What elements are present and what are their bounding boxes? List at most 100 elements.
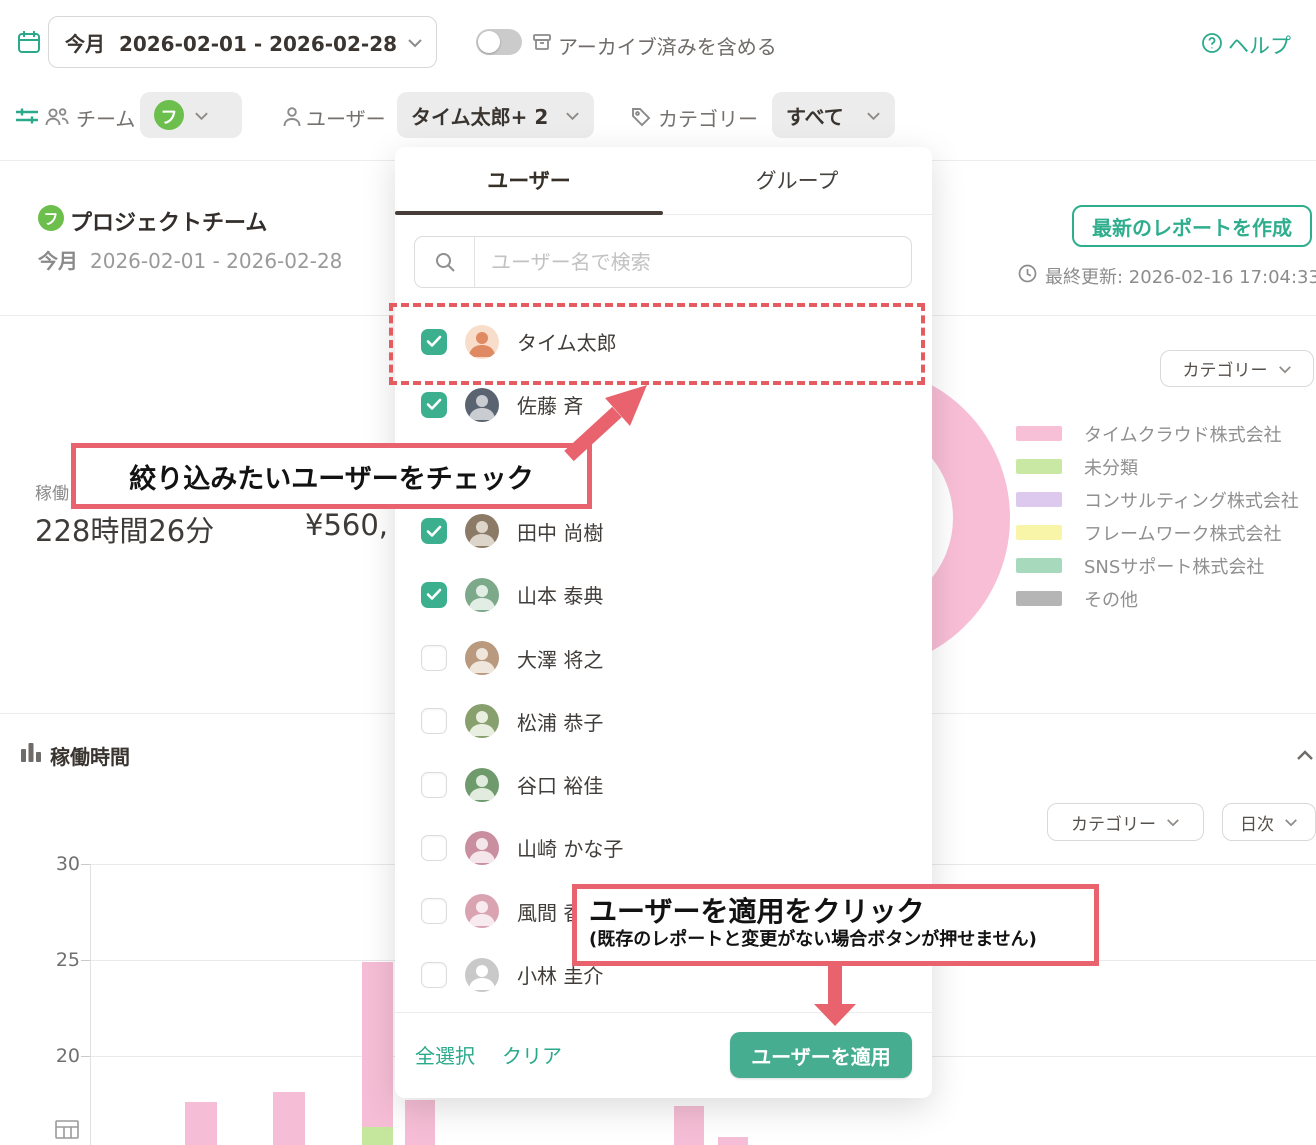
y-tick: 30	[38, 853, 80, 875]
donut-category-dropdown[interactable]: カテゴリー	[1160, 350, 1314, 387]
legend-swatch	[1016, 459, 1062, 474]
calendar-icon	[16, 29, 42, 59]
legend-item: タイムクラウド株式会社	[1016, 417, 1299, 450]
user-checkbox[interactable]	[421, 772, 447, 798]
legend-swatch	[1016, 525, 1062, 540]
user-filter-value: タイム太郎+ 2	[411, 101, 548, 130]
avatar	[465, 958, 499, 992]
user-icon	[282, 106, 302, 132]
clock-icon	[1018, 264, 1037, 288]
user-checkbox[interactable]	[421, 645, 447, 671]
category-filter-value: すべて	[786, 101, 844, 130]
legend-label: コンサルティング株式会社	[1084, 487, 1299, 513]
amount-value: ¥560,	[305, 508, 388, 542]
user-checkbox[interactable]	[421, 582, 447, 608]
chevron-down-icon	[1278, 359, 1292, 379]
user-row[interactable]: 山崎 かな子	[395, 816, 932, 879]
page-title: プロジェクトチーム	[70, 205, 267, 237]
user-checkbox[interactable]	[421, 898, 447, 924]
user-checkbox[interactable]	[421, 962, 447, 988]
user-row[interactable]: 山本 泰典	[395, 563, 932, 626]
archive-toggle-label: アーカイブ済みを含める	[558, 31, 777, 60]
team-icon	[44, 106, 70, 132]
avatar	[465, 768, 499, 802]
legend-item: 未分類	[1016, 450, 1299, 483]
annotation-arrow-down	[805, 966, 865, 1028]
tick-mark	[81, 960, 90, 961]
legend-swatch	[1016, 591, 1062, 606]
legend-item: フレームワーク株式会社	[1016, 516, 1299, 549]
category-filter-chip[interactable]: すべて	[772, 92, 895, 138]
apply-users-button[interactable]: ユーザーを適用	[730, 1032, 912, 1078]
team-filter-label: チーム	[76, 103, 135, 132]
user-name: 谷口 裕佳	[517, 770, 603, 799]
hours-section-title: 稼働時間	[50, 741, 130, 770]
user-name: 大澤 将之	[517, 644, 603, 673]
user-checkbox[interactable]	[421, 392, 447, 418]
y-tick: 25	[38, 949, 80, 971]
date-range-picker[interactable]: 今月 2026-02-01 - 2026-02-28	[48, 16, 437, 68]
avatar	[465, 641, 499, 675]
last-updated: 最終更新: 2026-02-16 17:04:33	[1018, 263, 1316, 289]
y-axis-line	[90, 864, 91, 1145]
legend-label: タイムクラウド株式会社	[1084, 421, 1282, 447]
avatar	[465, 704, 499, 738]
archive-toggle[interactable]	[476, 29, 522, 55]
tick-mark	[81, 1056, 90, 1057]
create-report-button[interactable]: 最新のレポートを作成	[1072, 205, 1312, 247]
user-checkbox[interactable]	[421, 708, 447, 734]
chevron-down-icon	[866, 106, 881, 125]
chart-category-dropdown[interactable]: カテゴリー	[1047, 803, 1204, 841]
user-row[interactable]: 田中 尚樹	[395, 500, 932, 563]
user-row[interactable]: 大澤 将之	[395, 627, 932, 690]
user-row[interactable]: 谷口 裕佳	[395, 753, 932, 816]
avatar	[465, 578, 499, 612]
user-row[interactable]: 松浦 恭子	[395, 690, 932, 753]
user-filter-chip[interactable]: タイム太郎+ 2	[397, 92, 594, 138]
category-filter-label: カテゴリー	[658, 103, 758, 132]
report-page: 今月 2026-02-01 - 2026-02-28 アーカイブ済みを含める ヘ…	[0, 0, 1316, 1145]
help-link[interactable]: ヘルプ	[1228, 30, 1291, 60]
avatar	[465, 388, 499, 422]
user-filter-label: ユーザー	[306, 103, 386, 132]
bar-segment	[273, 1092, 305, 1145]
bar-segment	[718, 1137, 748, 1145]
chevron-down-icon	[565, 106, 580, 125]
user-search-input[interactable]	[475, 250, 911, 274]
user-search-box	[414, 236, 912, 288]
bar-chart-icon	[20, 742, 42, 766]
legend-label: SNSサポート株式会社	[1084, 553, 1264, 579]
apply-users-callout: ユーザーを適用をクリック (既存のレポートと変更がない場合ボタンが押せません)	[572, 884, 1099, 966]
avatar	[465, 514, 499, 548]
date-range-label: 今月 2026-02-01 - 2026-02-28	[65, 28, 397, 57]
report-team-logo: フ	[38, 205, 64, 231]
bar-segment	[185, 1102, 217, 1145]
summary-metric-label: 稼働	[35, 479, 69, 504]
clear-link[interactable]: クリア	[502, 1040, 562, 1069]
tag-icon	[630, 106, 652, 132]
active-tab-underline	[395, 211, 663, 215]
user-checkbox[interactable]	[421, 835, 447, 861]
report-period: 今月2026-02-01 - 2026-02-28	[38, 245, 342, 274]
legend-item: SNSサポート株式会社	[1016, 549, 1299, 582]
tab-users[interactable]: ユーザー	[395, 147, 663, 213]
select-all-link[interactable]: 全選択	[415, 1040, 475, 1069]
chevron-down-icon	[194, 106, 209, 125]
team-logo: フ	[154, 100, 184, 130]
bar-segment	[362, 962, 393, 1127]
chevron-up-icon[interactable]	[1296, 746, 1314, 765]
legend-item: コンサルティング株式会社	[1016, 483, 1299, 516]
user-checkbox[interactable]	[421, 518, 447, 544]
legend-swatch	[1016, 492, 1062, 507]
user-name: 田中 尚樹	[517, 517, 603, 546]
bar-segment	[674, 1106, 704, 1145]
tick-mark	[81, 864, 90, 865]
legend-item: その他	[1016, 582, 1299, 615]
help-icon	[1201, 32, 1223, 58]
tab-groups[interactable]: グループ	[663, 147, 931, 213]
table-view-icon[interactable]	[55, 1120, 89, 1145]
legend-swatch	[1016, 426, 1062, 441]
team-filter-chip[interactable]: フ	[140, 92, 242, 138]
interval-dropdown[interactable]: 日次	[1222, 803, 1316, 841]
chevron-down-icon	[407, 33, 423, 52]
